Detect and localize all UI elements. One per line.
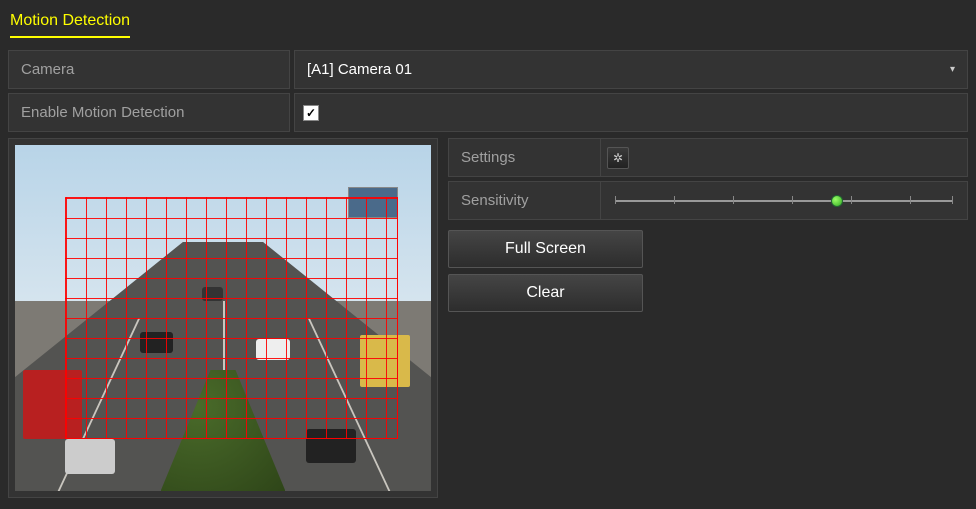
camera-select-value: [A1] Camera 01 [307,61,412,78]
settings-row: Settings ✲ [448,138,968,177]
sensitivity-row: Sensitivity [448,181,968,220]
sensitivity-label: Sensitivity [448,181,600,220]
enable-label: Enable Motion Detection [8,93,290,132]
enable-row: Enable Motion Detection ✓ [8,93,968,132]
enable-field: ✓ [294,93,968,132]
gear-icon: ✲ [613,151,623,165]
chevron-down-icon: ▾ [950,64,955,75]
camera-preview-canvas [15,145,431,491]
slider-track [615,200,953,202]
slider-thumb[interactable] [831,195,843,207]
enable-motion-checkbox[interactable]: ✓ [303,105,319,121]
full-screen-button[interactable]: Full Screen [448,230,643,268]
motion-area-preview[interactable] [8,138,438,498]
settings-label: Settings [448,138,600,177]
tab-motion-detection[interactable]: Motion Detection [10,8,130,38]
clear-button[interactable]: Clear [448,274,643,312]
motion-detection-panel: Motion Detection Camera [A1] Camera 01 ▾… [0,0,976,506]
settings-gear-button[interactable]: ✲ [607,147,629,169]
camera-label: Camera [8,50,290,89]
sensitivity-slider[interactable] [607,186,961,216]
camera-select[interactable]: [A1] Camera 01 ▾ [294,50,968,89]
right-column: Settings ✲ Sensitivity [448,138,968,498]
camera-row: Camera [A1] Camera 01 ▾ [8,50,968,89]
